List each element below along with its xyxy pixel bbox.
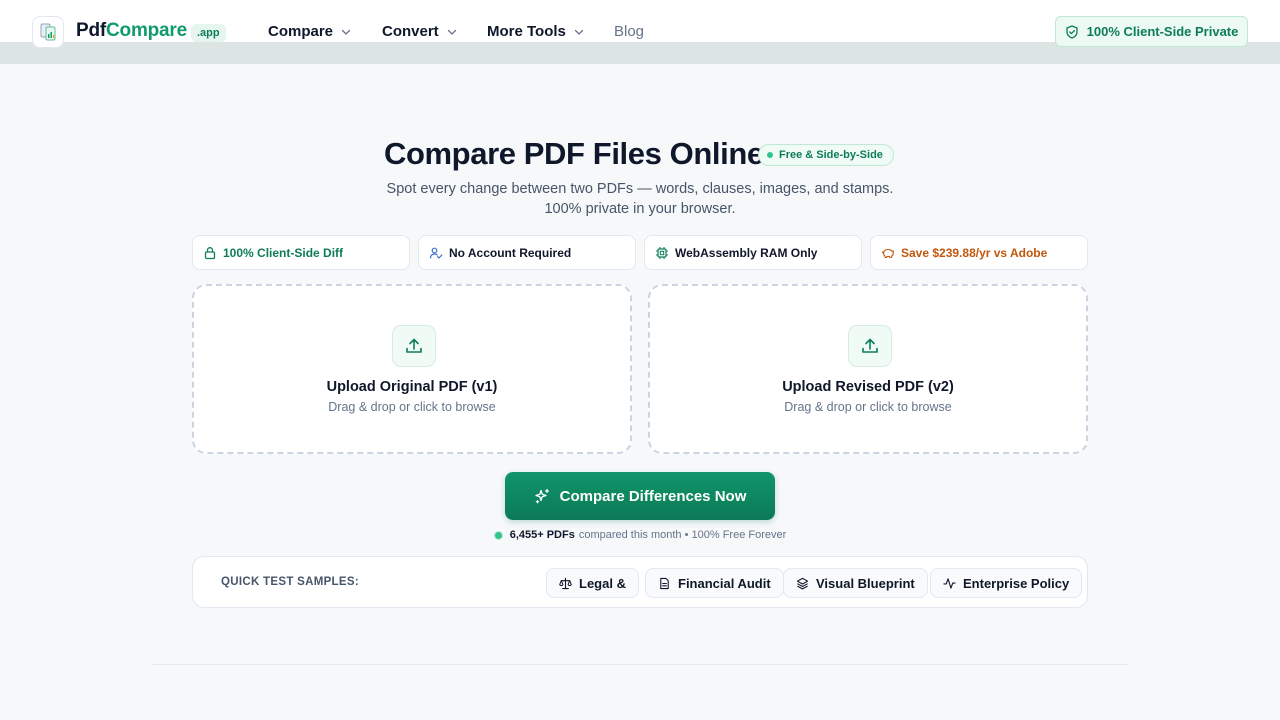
feature-client-side: 100% Client-Side Diff [192,235,410,270]
feature-no-account: No Account Required [418,235,636,270]
piggy-bank-icon [881,248,895,258]
brand-part-1: Pdf [76,20,107,41]
sample-financial-audit-button[interactable]: Financial Audit [645,568,784,598]
usage-count: 6,455+ PDFs [509,529,575,541]
usage-text: compared this month • 100% Free Forever [578,529,787,541]
sample-visual-blueprint-button[interactable]: Visual Blueprint [783,568,928,598]
nav-convert[interactable]: Convert [382,23,457,40]
hero-badge: Free & Side-by-Side [758,144,894,166]
sample-enterprise-policy-button[interactable]: Enterprise Policy [930,568,1083,598]
upload-original-dropzone[interactable]: Upload Original PDF (v1) Drag & drop or … [192,284,632,454]
feature-label: 100% Client-Side Diff [223,245,344,260]
feature-label: No Account Required [449,245,572,260]
nav-more-tools[interactable]: More Tools [487,23,584,40]
feature-webassembly: WebAssembly RAM Only [644,235,862,270]
nav-more-tools-label: More Tools [487,23,566,40]
logo-icon [40,23,56,41]
hero-subtitle-line-2: 100% private in your browser. [544,201,736,217]
upload-revised-dropzone[interactable]: Upload Revised PDF (v2) Drag & drop or c… [648,284,1088,454]
compare-button-label: Compare Differences Now [559,487,747,505]
lock-icon [204,246,216,259]
chevron-down-icon [341,29,351,35]
nav-blog-label: Blog [614,23,645,40]
upload-revised-hint: Drag & drop or click to browse [784,400,952,414]
nav-convert-label: Convert [382,23,439,40]
upload-original-hint: Drag & drop or click to browse [328,400,496,414]
brand-tag: .app [191,24,226,42]
sparkles-icon [534,488,549,504]
chip-icon [656,246,668,259]
brand-part-2: Compare [106,20,187,41]
activity-icon [943,577,956,589]
hero-badge-label: Free & Side-by-Side [779,149,883,161]
shield-check-icon [1065,24,1078,39]
sample-enterprise-policy-label: Enterprise Policy [963,575,1070,591]
sample-financial-audit-label: Financial Audit [678,575,771,591]
layers-icon [796,577,809,589]
sample-visual-blueprint-label: Visual Blueprint [816,575,915,591]
sample-legal-button[interactable]: Legal & [546,568,639,598]
upload-icon [392,325,436,367]
brand-name[interactable]: PdfCompare [76,20,187,42]
upload-revised-title: Upload Revised PDF (v2) [782,379,954,395]
upload-icon [848,325,892,367]
usage-stat: 6,455+ PDFs compared this month • 100% F… [0,529,1280,541]
feature-label: WebAssembly RAM Only [675,245,818,260]
privacy-badge-label: 100% Client-Side Private [1086,24,1239,39]
scale-icon [559,577,572,589]
user-check-icon [429,247,443,259]
feature-savings: Save $239.88/yr vs Adobe [870,235,1088,270]
logo[interactable] [32,16,64,48]
quick-samples-label: QUICK TEST SAMPLES: [221,576,359,588]
page-title: Compare PDF Files Online [384,136,764,171]
quick-samples-bar: QUICK TEST SAMPLES: Legal & Financial Au… [192,556,1088,608]
document-icon [660,577,669,589]
nav-compare-label: Compare [268,23,334,40]
sample-legal-label: Legal & [579,575,626,591]
privacy-badge-button[interactable]: 100% Client-Side Private [1055,16,1248,47]
chevron-down-icon [574,29,584,35]
compare-differences-button[interactable]: Compare Differences Now [505,472,775,520]
upload-original-title: Upload Original PDF (v1) [326,379,498,395]
live-dot [493,530,503,540]
nav-compare[interactable]: Compare [268,23,351,40]
badge-dot [767,152,773,158]
hero-subtitle-line-1: Spot every change between two PDFs — wor… [386,181,894,197]
chevron-down-icon [447,29,456,35]
nav-blog[interactable]: Blog [614,23,644,40]
section-divider [152,664,1128,665]
feature-label: Save $239.88/yr vs Adobe [901,245,1048,260]
